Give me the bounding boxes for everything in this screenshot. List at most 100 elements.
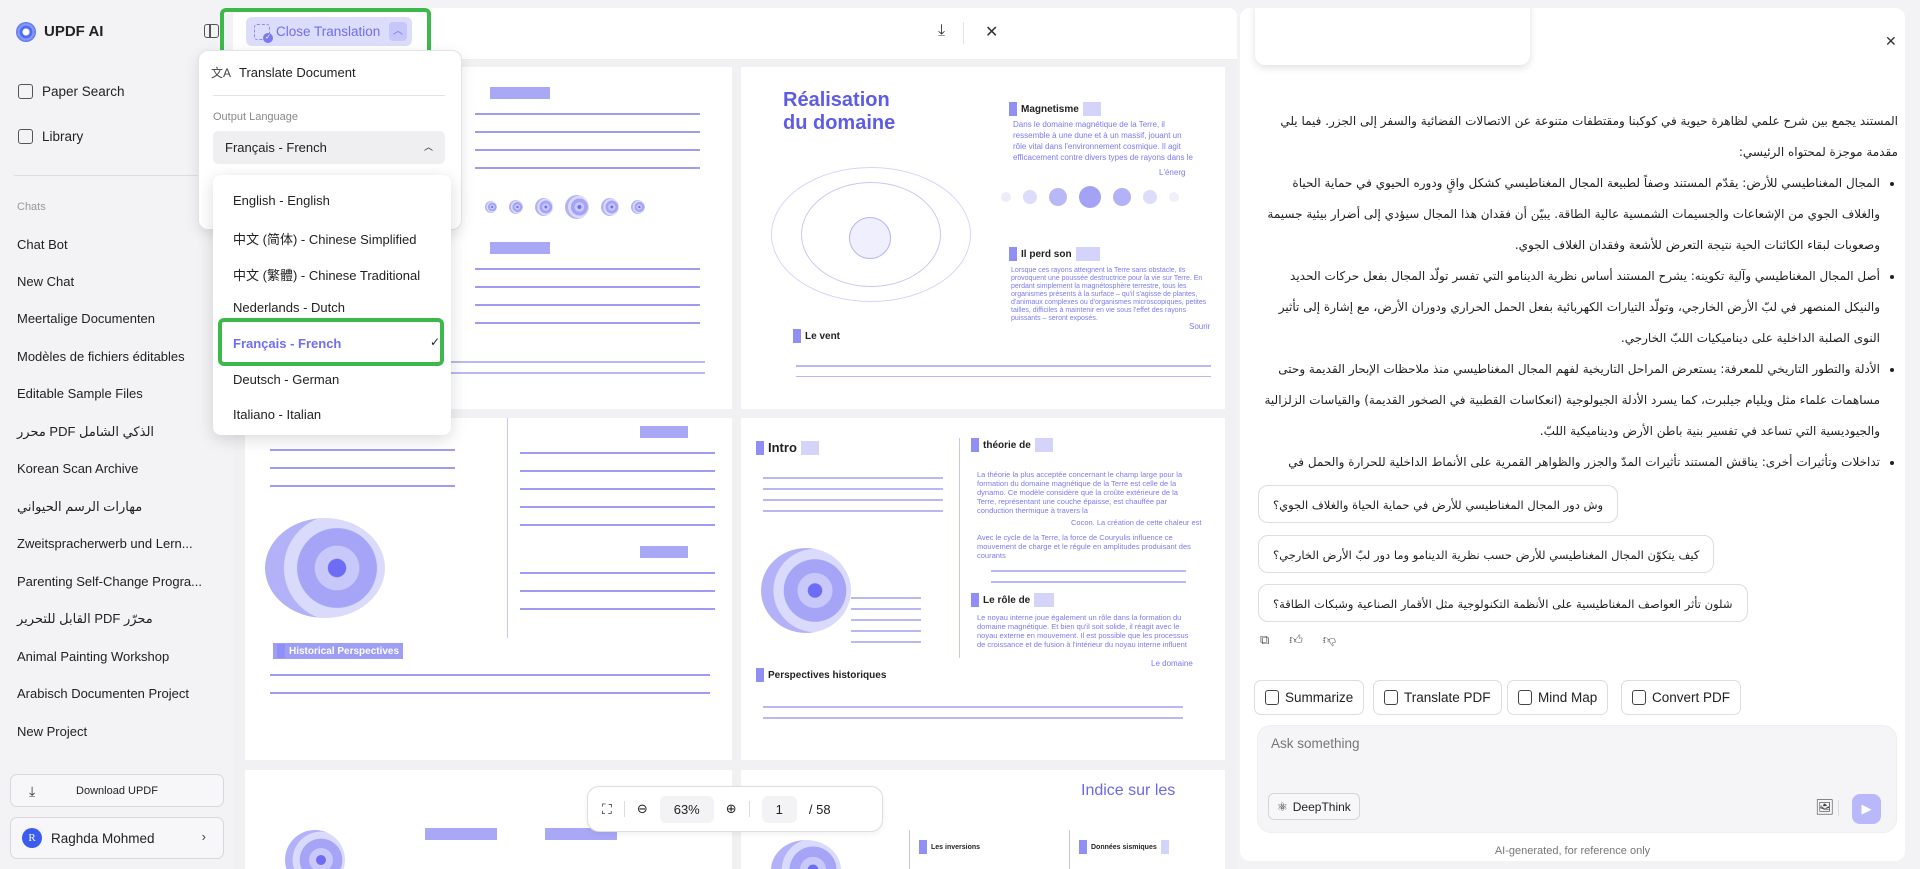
page-text: [520, 566, 715, 626]
zoom-in-icon[interactable]: ⊕: [726, 801, 737, 817]
checkmark-icon: ✓: [430, 335, 441, 349]
divider: [213, 95, 445, 96]
image-upload-icon[interactable]: 🖼︎: [1815, 798, 1834, 816]
chat-item[interactable]: محرر PDF الذكي الشامل: [17, 424, 154, 440]
nav-library[interactable]: Library: [18, 129, 83, 144]
send-button[interactable]: ▶: [1852, 794, 1881, 824]
feedback-actions: ⧉ 👍︎ 👎︎: [1260, 632, 1336, 648]
chat-item[interactable]: Animal Painting Workshop: [17, 649, 169, 664]
page-text: [270, 668, 710, 700]
copy-icon[interactable]: ⧉: [1260, 632, 1269, 648]
download-label: Download UPDF: [76, 784, 158, 797]
page-text: [475, 107, 700, 177]
language-option[interactable]: Italiano - Italian: [233, 407, 321, 422]
language-dropdown-list: English - English 中文 (简体) - Chinese Simp…: [213, 175, 451, 435]
output-language-select[interactable]: Français - French ︿: [213, 131, 445, 164]
response-bullet: المجال المغناطيسي للأرض: يقدّم المستند و…: [1258, 168, 1880, 261]
page-text: La théorie la plus acceptée concernant l…: [977, 470, 1183, 514]
chat-item[interactable]: Chat Bot: [17, 237, 68, 252]
language-option[interactable]: 中文 (简体) - Chinese Simplified: [233, 229, 417, 248]
chats-heading: Chats: [17, 201, 46, 213]
deepthink-toggle[interactable]: ⚛ DeepThink: [1268, 793, 1360, 820]
section-heading: Historical Perspectives: [273, 643, 404, 659]
section-heading: théorie de: [971, 438, 1053, 452]
page-text: [796, 361, 1211, 377]
close-translation-button[interactable]: Close Translation ︿: [246, 17, 412, 46]
page-text: Lorsque ces rayons atteignent la Terre s…: [1011, 267, 1207, 322]
language-option[interactable]: English - English: [233, 193, 330, 208]
chevron-up-icon: ︿: [423, 142, 433, 152]
close-icon[interactable]: ✕: [1885, 33, 1897, 50]
page-number-input[interactable]: 1: [761, 795, 797, 823]
suggested-question[interactable]: وش دور المجال المغناطيسي للأرض في حماية …: [1258, 485, 1619, 523]
page-text: [763, 702, 1183, 724]
chat-item[interactable]: Meertalige Documenten: [17, 311, 155, 326]
chat-item[interactable]: New Chat: [17, 274, 74, 289]
chat-item[interactable]: Editable Sample Files: [17, 386, 143, 401]
chat-input[interactable]: [1271, 736, 1871, 751]
brand-name: UPDF AI: [44, 23, 104, 40]
page-thumbnail[interactable]: Historical Perspectives: [245, 418, 732, 760]
download-updf-button[interactable]: ⤓ Download UPDF: [10, 774, 224, 807]
page-heading-bar: [490, 242, 550, 254]
download-icon: ⤓: [29, 783, 36, 799]
section-heading: Les inversions: [919, 840, 980, 854]
page-thumbnail[interactable]: Réalisation du domaine Magnetisme Dans le…: [741, 67, 1225, 409]
chat-item[interactable]: New Project: [17, 724, 87, 739]
user-account-button[interactable]: R Raghda Mohmed ›: [10, 817, 224, 859]
convert-pdf-button[interactable]: Convert PDF: [1621, 680, 1742, 715]
collapse-sidebar-icon[interactable]: [204, 24, 219, 38]
language-option[interactable]: Deutsch - German: [233, 372, 339, 387]
thumbs-down-icon[interactable]: 👎︎: [1323, 632, 1336, 648]
chat-item[interactable]: Zweitspracherwerb und Lern...: [17, 536, 193, 551]
mind-map-icon: [1518, 690, 1532, 705]
fit-page-icon[interactable]: ⛶: [602, 801, 612, 818]
heading-text: théorie de: [983, 439, 1031, 451]
mind-map-button[interactable]: Mind Map: [1507, 680, 1609, 715]
action-label: Mind Map: [1538, 690, 1598, 705]
page-total: / 58: [808, 801, 831, 817]
section-heading: Intro: [756, 440, 819, 455]
chat-item[interactable]: Korean Scan Archive: [17, 461, 138, 476]
suggested-question[interactable]: كيف يتكوّن المجال المغناطيسي للأرض حسب ن…: [1258, 535, 1715, 573]
response-bullet: الأدلة والتطور التاريخي للمعرفة: يستعرض …: [1258, 354, 1881, 447]
column-divider: [959, 438, 960, 658]
heading-text: Perspectives historiques: [768, 669, 887, 681]
nav-paper-search[interactable]: Paper Search: [18, 84, 125, 99]
summarize-button[interactable]: Summarize: [1254, 680, 1365, 715]
page-text: Dans le domaine magnétique de la Terre, …: [1013, 120, 1193, 162]
translate-pdf-button[interactable]: Translate PDF: [1373, 680, 1502, 715]
earth-layers-diagram: [761, 548, 851, 633]
suggested-question[interactable]: شلون تأثر العواصف المغناطيسية على الأنظم…: [1258, 584, 1748, 622]
download-icon[interactable]: ⤓: [938, 22, 945, 40]
section-heading: Il perd son: [1009, 247, 1100, 261]
zoom-level[interactable]: 63%: [659, 795, 714, 823]
chevron-up-icon[interactable]: ︿: [389, 22, 407, 41]
close-icon[interactable]: ✕: [985, 22, 998, 42]
language-option[interactable]: 中文 (繁體) - Chinese Traditional: [233, 265, 420, 284]
chat-item[interactable]: القابل للتحرير PDF محرّر: [17, 611, 153, 627]
thumbs-up-icon[interactable]: 👍︎: [1289, 632, 1303, 648]
language-option[interactable]: Nederlands - Dutch: [233, 300, 345, 315]
section-heading: Le rôle de: [971, 593, 1055, 607]
page-text: L'énerg: [1159, 168, 1186, 177]
chat-item[interactable]: Modèles de fichiers éditables: [17, 349, 185, 364]
page-text: Sourir: [1189, 322, 1211, 331]
page-heading-bar: [490, 87, 550, 99]
chat-item[interactable]: Parenting Self-Change Progra...: [17, 574, 202, 589]
translate-document-label: Translate Document: [239, 65, 356, 80]
updf-logo-icon: [16, 22, 36, 42]
chat-item[interactable]: Arabisch Documenten Project: [17, 686, 189, 701]
page-text: Avec le cycle de la Terre, la force de C…: [977, 533, 1191, 560]
zoom-out-icon[interactable]: ⊖: [637, 801, 648, 817]
language-option-selected[interactable]: Français - French: [233, 336, 341, 351]
diagram: [285, 830, 345, 869]
translate-document-item[interactable]: 文A Translate Document: [211, 64, 356, 81]
page-thumbnail[interactable]: Intro théorie de La théorie la plus acce…: [741, 418, 1225, 760]
page-text: [763, 473, 943, 513]
ai-response: المستند يجمع بين شرح علمي لظاهرة حيوية ف…: [1258, 106, 1899, 509]
page-text: Le domaine: [1151, 659, 1193, 668]
convert-icon: [1632, 690, 1646, 705]
output-language-label: Output Language: [213, 111, 299, 123]
chat-item[interactable]: مهارات الرسم الحيواني: [17, 499, 142, 515]
